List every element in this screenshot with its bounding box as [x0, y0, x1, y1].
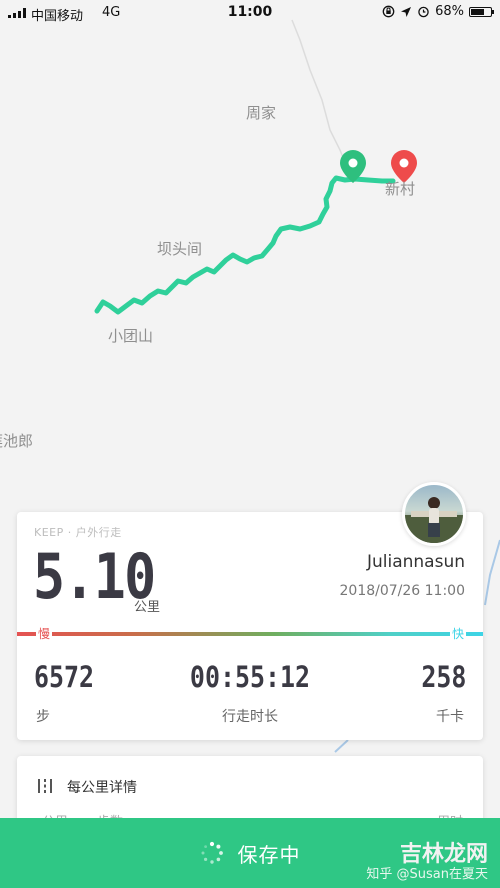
- watermark: 吉林龙网 知乎 @Susan在夏天: [328, 836, 488, 882]
- duration-label: 行走时长: [222, 709, 278, 725]
- battery-percent: 68%: [435, 4, 464, 19]
- place-label: 莲池郎: [0, 432, 34, 450]
- pace-fast-label: 快: [449, 625, 466, 642]
- pace-gradient-bar: [17, 632, 483, 636]
- watermark-author: 知乎 @Susan在夏天: [366, 867, 488, 882]
- calories-label: 千卡: [436, 709, 464, 725]
- calories-value: 258: [420, 660, 466, 694]
- duration-value: 00:55:12: [189, 660, 311, 694]
- distance-unit: 公里: [134, 600, 161, 615]
- orientation-lock-icon: [382, 5, 395, 18]
- status-indicators: 68%: [382, 4, 494, 19]
- location-arrow-icon: [401, 6, 412, 17]
- avatar[interactable]: [402, 482, 466, 546]
- status-bar: 中国移动 4G 11:00 68%: [0, 0, 500, 26]
- route-map[interactable]: [0, 0, 500, 888]
- save-status-label: 保存中: [237, 842, 301, 867]
- per-km-detail-title: 每公里详情: [67, 780, 137, 796]
- place-label: 周家: [246, 104, 277, 122]
- place-label: 新村: [385, 180, 416, 198]
- loading-spinner-icon: [201, 841, 223, 864]
- pace-slow-label: 慢: [36, 625, 53, 642]
- workout-type-label: KEEP · 户外行走: [34, 526, 122, 539]
- place-label: 坝头间: [157, 240, 203, 258]
- workout-datetime: 2018/07/26 11:00: [339, 583, 466, 599]
- battery-icon: [469, 6, 494, 17]
- split-detail-icon: [38, 779, 52, 793]
- username: Juliannasun: [366, 552, 465, 572]
- workout-summary-card: KEEP · 户外行走 5.10 公里 Juliannasun 2018/07/…: [17, 482, 483, 740]
- place-label: 小团山: [108, 327, 154, 345]
- avatar-photo: [405, 497, 463, 543]
- alarm-icon: [418, 6, 429, 18]
